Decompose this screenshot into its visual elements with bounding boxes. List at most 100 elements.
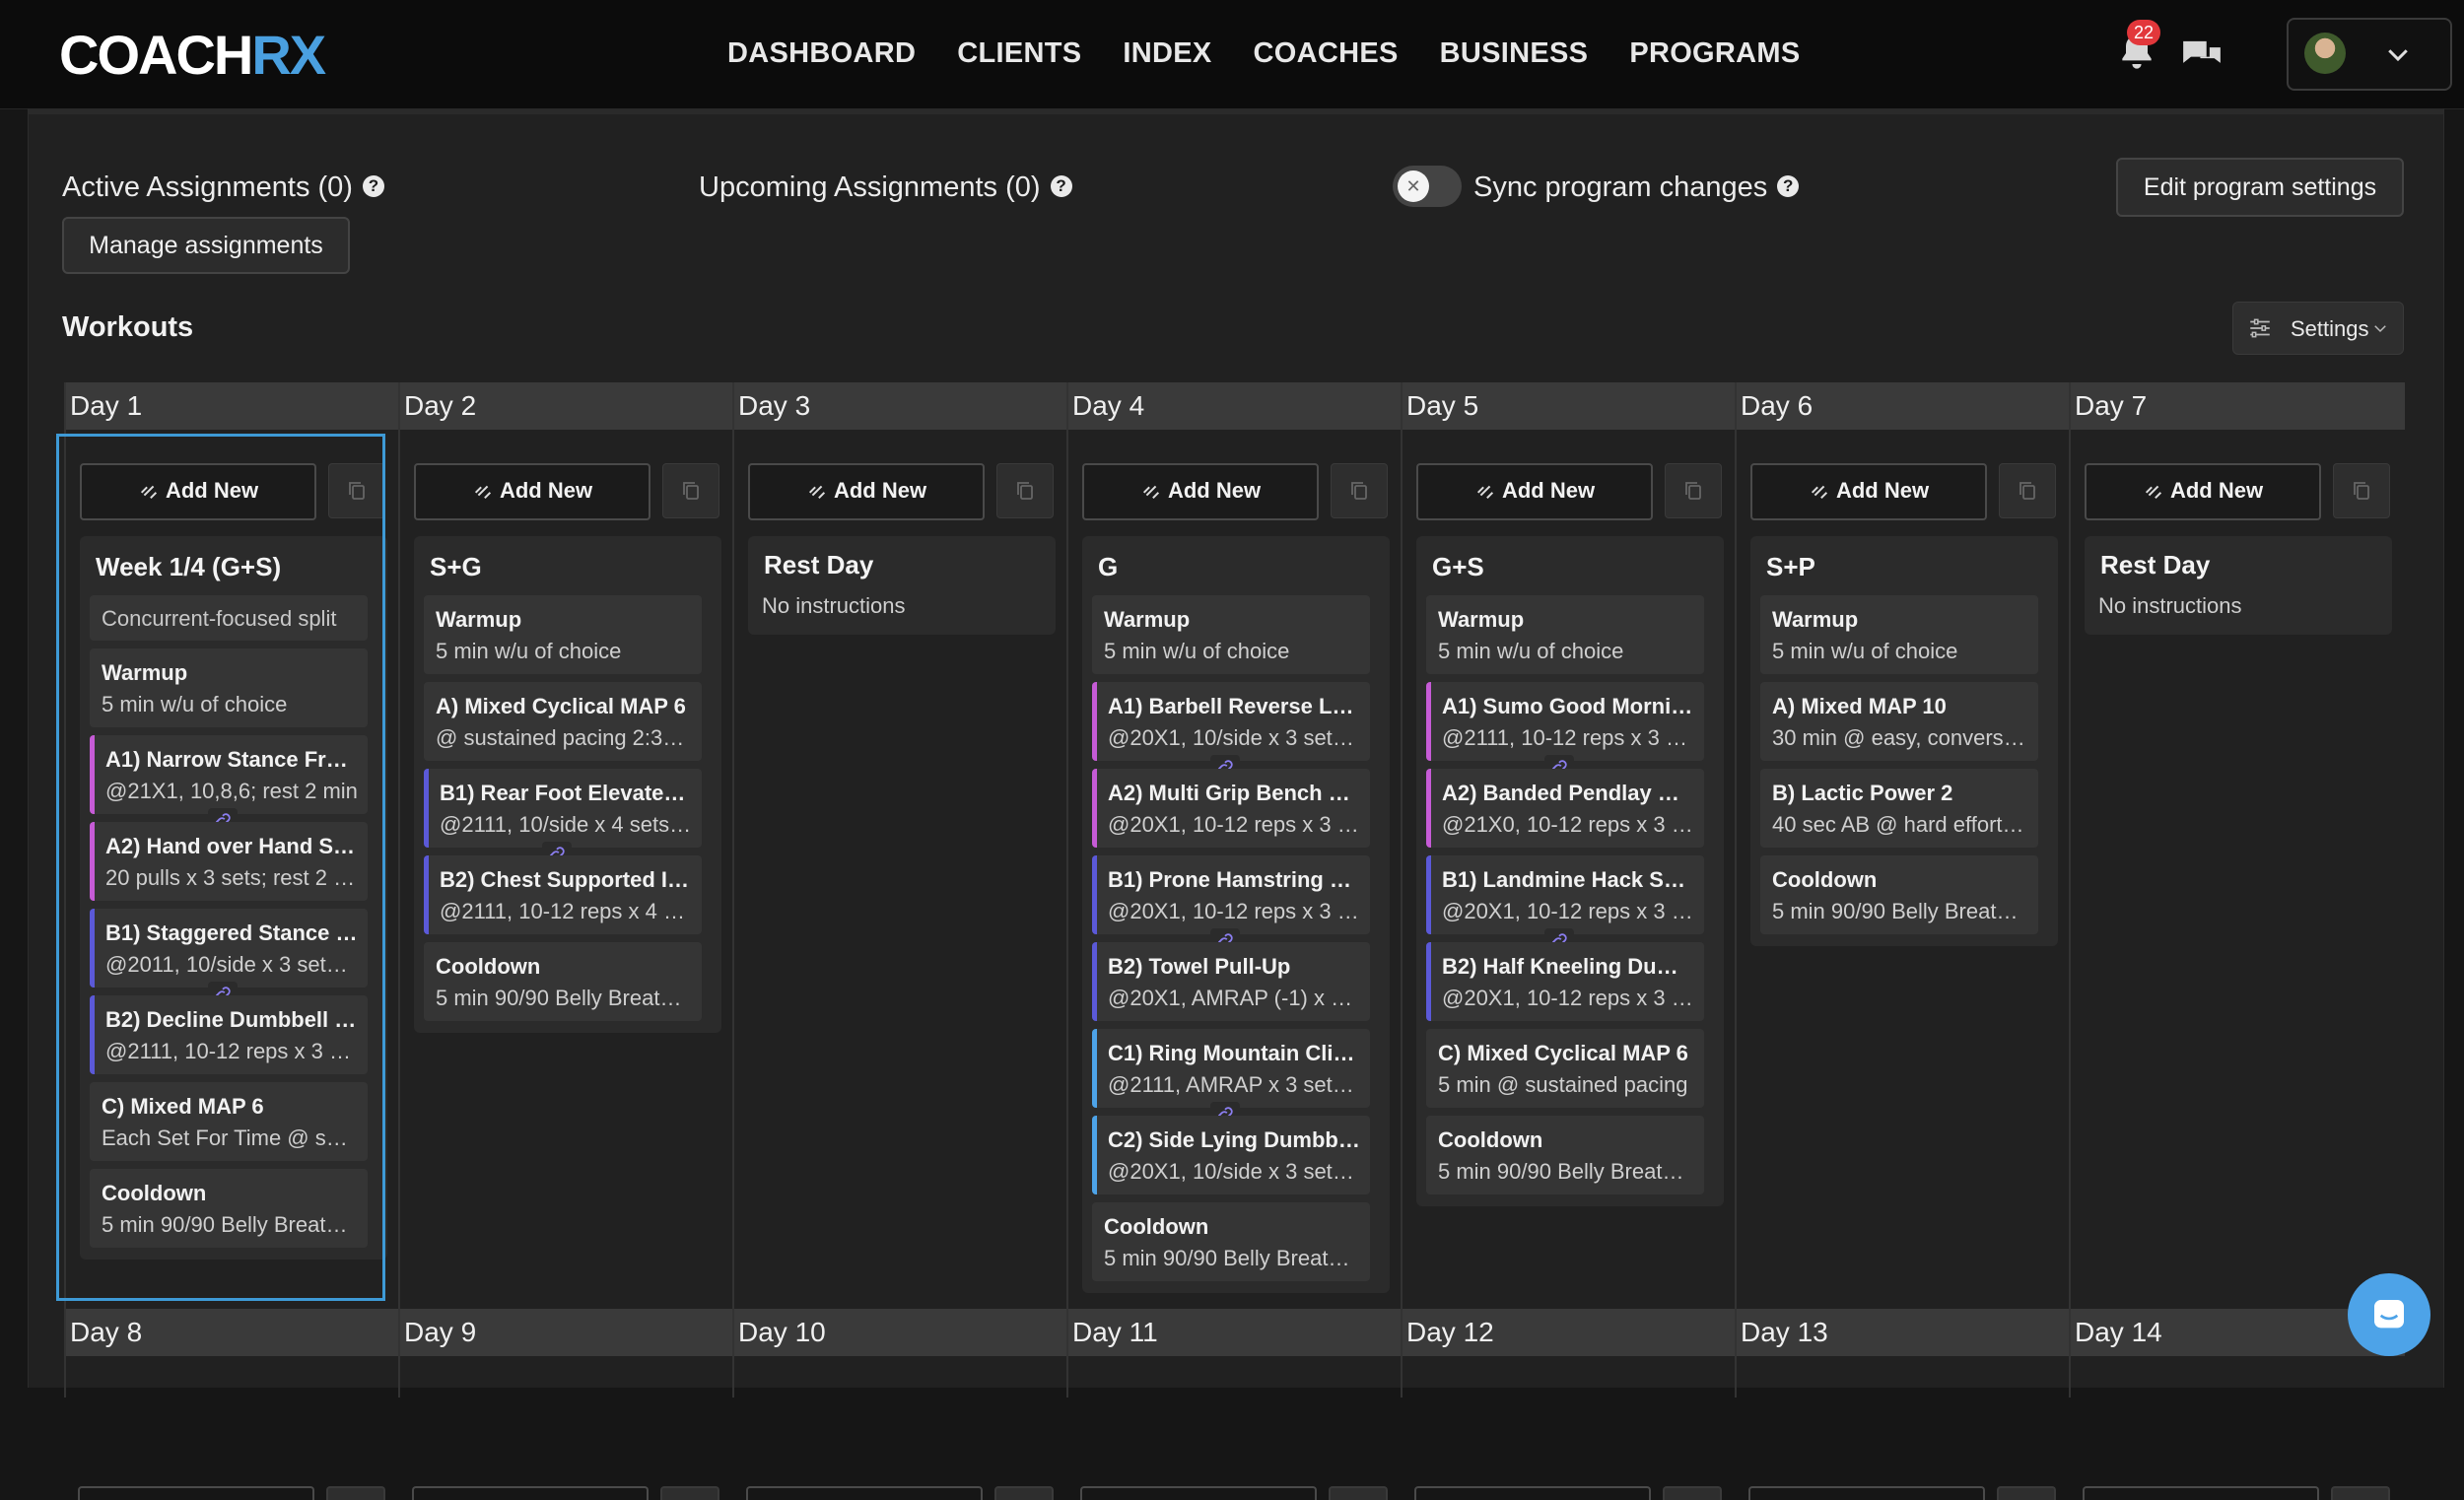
add-new-button[interactable]: Add New [1416, 463, 1653, 520]
add-new-button[interactable]: Add New [748, 463, 985, 520]
exercise-item[interactable]: A2) Hand over Hand Sled Pull 20 pulls x 3… [90, 822, 368, 901]
exercise-item[interactable]: Warmup 5 min w/u of choice [90, 648, 368, 727]
exercise-item[interactable]: C) Mixed MAP 6 Each Set For Time @ sustai… [90, 1082, 368, 1161]
add-new-button[interactable]: Add New [1082, 463, 1319, 520]
exercise-details: 5 min w/u of choice [1438, 639, 1624, 663]
copy-day-button[interactable] [1665, 463, 1722, 518]
exercise-item[interactable]: B1) Staggered Stance Romanian Deadlift @2… [90, 909, 368, 988]
exercise-item[interactable]: Warmup 5 min w/u of choice [1092, 595, 1370, 674]
day-header: Day 3 [734, 382, 1068, 430]
exercise-title: C1) Ring Mountain Climber [1108, 1041, 1360, 1065]
chat-icon[interactable] [2180, 35, 2224, 75]
manage-assignments-button[interactable]: Manage assignments [62, 217, 350, 274]
help-icon[interactable]: ? [1050, 175, 1072, 198]
rest-day-card[interactable]: Rest Day No instructions [2085, 536, 2392, 635]
copy-day-button[interactable] [660, 1486, 719, 1500]
nav-programs[interactable]: PROGRAMS [1629, 35, 1800, 71]
rest-day-card[interactable]: Rest Day No instructions [748, 536, 1056, 635]
copy-day-button[interactable] [1331, 463, 1388, 518]
add-new-button[interactable]: Add New [2085, 463, 2321, 520]
add-new-button[interactable]: Add New [414, 463, 650, 520]
add-new-label: Add New [165, 478, 259, 503]
copy-day-button[interactable] [1663, 1486, 1722, 1500]
add-new-button[interactable] [78, 1486, 314, 1500]
copy-day-button[interactable] [662, 463, 719, 518]
exercise-item[interactable]: A) Mixed MAP 10 30 min @ easy, conversati… [1760, 682, 2038, 761]
copy-day-button[interactable] [1999, 463, 2056, 518]
workout-card[interactable]: G Warmup 5 min w/u of choice A1) Barbell Re… [1082, 536, 1390, 1293]
exercise-item[interactable]: Warmup 5 min w/u of choice [424, 595, 702, 674]
copy-day-button[interactable] [996, 463, 1054, 518]
workout-title: Week 1/4 (G+S) [96, 552, 282, 581]
exercise-item[interactable]: C2) Side Lying Dumbbell External Rotatio… [1092, 1116, 1370, 1194]
exercise-title: Warmup [1772, 607, 1859, 632]
exercise-details: @2111, 10-12 reps x 4 sets [440, 899, 692, 923]
exercise-item[interactable]: B2) Towel Pull-Up @20X1, AMRAP (-1) x 3 s… [1092, 942, 1370, 1021]
add-new-button[interactable] [412, 1486, 649, 1500]
add-new-button[interactable] [1080, 1486, 1317, 1500]
add-new-button[interactable] [2083, 1486, 2319, 1500]
exercise-item[interactable]: B) Lactic Power 2 40 sec AB @ hard effort… [1760, 769, 2038, 848]
day-column: Day 7 Add New Rest Day No instructions Day 1… [2069, 382, 2405, 1398]
exercise-item[interactable]: B2) Half Kneeling Dumbbell Press @20X1, 1… [1426, 942, 1704, 1021]
exercise-item[interactable]: Warmup 5 min w/u of choice [1760, 595, 2038, 674]
exercise-item[interactable]: B1) Prone Hamstring Curl @20X1, 10-12 rep… [1092, 855, 1370, 934]
exercise-item[interactable]: B2) Decline Dumbbell Bench Press @2111, 1… [90, 995, 368, 1074]
workout-card[interactable]: S+P Warmup 5 min w/u of choice A) Mixed MAP… [1750, 536, 2058, 946]
exercise-item[interactable]: Warmup 5 min w/u of choice [1426, 595, 1704, 674]
exercise-item[interactable]: B1) Rear Foot Elevated Split Squat @2111,… [424, 769, 702, 848]
sync-program-toggle[interactable]: ✕ [1393, 166, 1462, 207]
copy-day-button[interactable] [1997, 1486, 2056, 1500]
exercise-item[interactable]: A1) Narrow Stance Front Foot Elevated Sp… [90, 735, 368, 814]
add-new-button[interactable] [1414, 1486, 1651, 1500]
nav-coaches[interactable]: COACHES [1254, 35, 1399, 71]
user-menu-button[interactable] [2287, 18, 2452, 91]
workout-card[interactable]: Week 1/4 (G+S) Concurrent-focused split Wa… [80, 536, 387, 1260]
help-icon[interactable]: ? [362, 175, 384, 198]
exercise-item[interactable]: A2) Banded Pendlay Row @21X0, 10-12 reps … [1426, 769, 1704, 848]
copy-day-button[interactable] [326, 1486, 385, 1500]
exercise-item[interactable]: Cooldown 5 min 90/90 Belly Breathing [1760, 855, 2038, 934]
exercise-item[interactable]: A1) Sumo Good Morning @2111, 10-12 reps x… [1426, 682, 1704, 761]
day-column: Day 6 Add New S+P Warmup 5 min w/u of choice… [1735, 382, 2071, 1398]
help-icon[interactable]: ? [1777, 175, 1800, 198]
add-new-button[interactable]: Add New [1750, 463, 1987, 520]
add-new-label: Add New [1167, 478, 1262, 503]
day-header: Day 5 [1403, 382, 1737, 430]
edit-program-settings-button[interactable]: Edit program settings [2116, 158, 2404, 217]
exercise-item[interactable]: Cooldown 5 min 90/90 Belly Breathing [1426, 1116, 1704, 1194]
workout-card[interactable]: S+G Warmup 5 min w/u of choice A) Mixed Cyc… [414, 536, 721, 1033]
exercise-item[interactable]: A2) Multi Grip Bench Press @20X1, 10-12 r… [1092, 769, 1370, 848]
exercise-item[interactable]: C1) Ring Mountain Climber @2111, AMRAP x … [1092, 1029, 1370, 1108]
copy-day-button[interactable] [994, 1486, 1054, 1500]
copy-day-button[interactable] [328, 463, 385, 518]
exercise-details: @21X1, 10,8,6; rest 2 min [105, 779, 358, 803]
exercise-item[interactable]: Cooldown 5 min 90/90 Belly Breathing [424, 942, 702, 1021]
workouts-settings-button[interactable]: Settings [2232, 302, 2404, 355]
add-new-button[interactable] [746, 1486, 983, 1500]
exercise-item[interactable]: A1) Barbell Reverse Lunge @20X1, 10/side … [1092, 682, 1370, 761]
exercise-item[interactable]: B2) Chest Supported Incline Row @2111, 10… [424, 855, 702, 934]
add-new-button[interactable]: Add New [80, 463, 316, 520]
exercise-details: @21X0, 10-12 reps x 3 sets [1442, 812, 1694, 837]
exercise-item[interactable]: Cooldown 5 min 90/90 Belly Breathing [1092, 1202, 1370, 1281]
exercise-item[interactable]: B1) Landmine Hack Squat @20X1, 10-12 reps… [1426, 855, 1704, 934]
coachrx-logo[interactable]: COACHRX [59, 28, 326, 83]
exercise-item[interactable]: C) Mixed Cyclical MAP 6 5 min @ sustained… [1426, 1029, 1704, 1108]
copy-day-button[interactable] [2333, 463, 2390, 518]
exercise-title: A) Mixed Cyclical MAP 6 [436, 694, 686, 718]
copy-day-button[interactable] [2331, 1486, 2390, 1500]
nav-dashboard[interactable]: DASHBOARD [727, 35, 916, 71]
exercise-title: A) Mixed MAP 10 [1772, 694, 1947, 718]
nav-clients[interactable]: CLIENTS [957, 35, 1081, 71]
nav-business[interactable]: BUSINESS [1440, 35, 1589, 71]
support-chat-launcher[interactable] [2348, 1273, 2430, 1356]
add-new-button[interactable] [1748, 1486, 1985, 1500]
workout-card[interactable]: G+S Warmup 5 min w/u of choice A1) Sumo Goo… [1416, 536, 1724, 1206]
exercise-title: Warmup [1438, 607, 1525, 632]
copy-day-button[interactable] [1329, 1486, 1388, 1500]
exercise-item[interactable]: Cooldown 5 min 90/90 Belly Breathing [90, 1169, 368, 1248]
nav-index[interactable]: INDEX [1123, 35, 1211, 71]
exercise-title: A1) Sumo Good Morning [1442, 694, 1694, 718]
exercise-item[interactable]: A) Mixed Cyclical MAP 6 @ sustained pacin… [424, 682, 702, 761]
